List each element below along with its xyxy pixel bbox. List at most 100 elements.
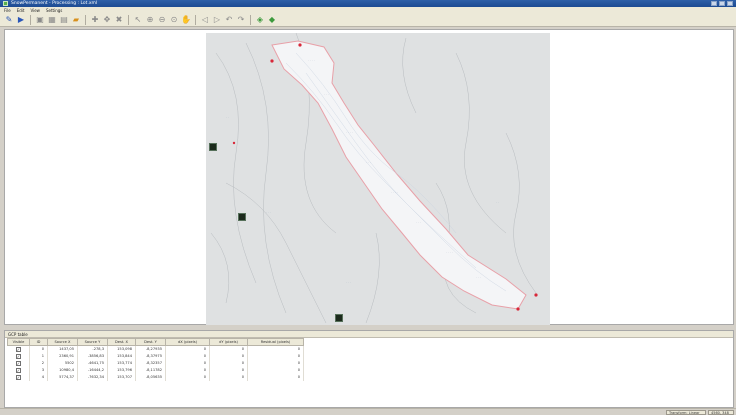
map-marker-symbol[interactable]: [335, 314, 343, 322]
table-cell: 0: [247, 359, 304, 367]
svg-text:· ·: · ·: [496, 200, 499, 204]
window-title: SnowPermanent - Processing : Lot.xml: [11, 1, 98, 6]
zoom-in-icon[interactable]: ⊕: [145, 15, 155, 25]
map-image: · · · · · · · · · · · · · · · · · · · · …: [210, 33, 538, 324]
svg-text:· · · ·: · · · ·: [446, 250, 453, 254]
layer-add-icon[interactable]: ◈: [255, 15, 265, 25]
table-cell: 153,707: [107, 373, 136, 381]
table-header-row: Visible ID Source X Source Y Dest. X Dest. Yd…: [7, 338, 304, 346]
grid-settings-icon[interactable]: ▤: [59, 15, 69, 25]
svg-text:· ·: · ·: [226, 115, 229, 119]
menu-view[interactable]: View: [30, 8, 40, 13]
table-row[interactable]: ✓ 3 10980,4 -16444,2 153,796 -8,11782 0 0 0: [7, 366, 304, 374]
map-marker-symbol[interactable]: [238, 213, 246, 221]
svg-text:· · ·: · · ·: [346, 280, 351, 284]
visible-cell[interactable]: ✓: [7, 352, 30, 360]
visible-cell[interactable]: ✓: [7, 373, 30, 381]
table-cell: 0: [209, 373, 248, 381]
toolbar-separator: [250, 14, 251, 25]
gcp-point: [516, 307, 520, 311]
visible-cell[interactable]: ✓: [7, 345, 30, 353]
zoom-extent-icon[interactable]: ⊙: [169, 15, 179, 25]
column-header[interactable]: ID: [29, 338, 48, 346]
table-cell: 0: [247, 345, 304, 353]
gcp-table-title: GCP table: [5, 331, 733, 338]
table-row[interactable]: ✓ 1 2360,91 -3856,83 153,844 -8,37975 0 0 0: [7, 352, 304, 360]
visible-cell[interactable]: ✓: [7, 366, 30, 374]
table-cell: 3: [29, 366, 48, 374]
table-cell: 0: [165, 345, 210, 353]
table-cell: 4: [29, 373, 48, 381]
app-icon: [3, 1, 8, 6]
table-cell: 5502: [47, 359, 78, 367]
gcp-point: [270, 59, 274, 63]
visible-checkbox[interactable]: ✓: [15, 346, 21, 352]
column-header[interactable]: dY (pixels): [209, 338, 248, 346]
pan-icon[interactable]: ✋: [181, 15, 191, 25]
visible-checkbox[interactable]: ✓: [15, 360, 21, 366]
run-icon[interactable]: ▶: [16, 15, 26, 25]
close-button[interactable]: [727, 1, 733, 6]
table-cell: 0: [209, 352, 248, 360]
table-cell: -8,32357: [135, 359, 166, 367]
table-row[interactable]: ✓ 4 5774,37 -7632,34 153,707 -8,05635 0 0 0: [7, 373, 304, 381]
svg-text:· · · ·: · · · ·: [391, 190, 398, 194]
menu-edit[interactable]: Edit: [17, 8, 25, 13]
table-row[interactable]: ✓ 0 1437,05 -278,3 153,098 -8,27935 0 0 0: [7, 345, 304, 353]
layer-icon[interactable]: ◆: [267, 15, 277, 25]
table-cell: -16444,2: [77, 366, 108, 374]
column-header[interactable]: Dest. X: [107, 338, 136, 346]
svg-text:· · · ·: · · · ·: [308, 58, 315, 62]
table-body: ✓ 0 1437,05 -278,3 153,098 -8,27935 0 0 0 ✓ 1 2360,…: [7, 345, 304, 381]
gcp-table-panel: GCP table Visible ID Source X Source Y Dest.…: [4, 330, 734, 408]
minimize-button[interactable]: [711, 1, 717, 6]
column-header[interactable]: Visible: [7, 338, 30, 346]
toolbar: ✎ ▶ ▣ ▦ ▤ ▰ ✚ ✥ ✖ ↖ ⊕ ⊖ ⊙ ✋ ◁ ▷ ↶ ↷ ◈ ◆: [0, 13, 736, 27]
table-cell: 0: [247, 352, 304, 360]
move-point-icon[interactable]: ✥: [102, 15, 112, 25]
toolbar-separator: [30, 14, 31, 25]
table-cell: 0: [209, 366, 248, 374]
column-header[interactable]: Residual (pixels): [247, 338, 304, 346]
pointer-icon[interactable]: ↖: [133, 15, 143, 25]
table-cell: 153,844: [107, 352, 136, 360]
redo-icon[interactable]: ↷: [236, 15, 246, 25]
visible-cell[interactable]: ✓: [7, 359, 30, 367]
folder-icon[interactable]: ▰: [71, 15, 81, 25]
table-cell: -3856,83: [77, 352, 108, 360]
delete-point-icon[interactable]: ✖: [114, 15, 124, 25]
add-point-icon[interactable]: ✚: [90, 15, 100, 25]
zoom-previous-icon[interactable]: ◁: [200, 15, 210, 25]
visible-checkbox[interactable]: ✓: [15, 374, 21, 380]
map-marker-symbol[interactable]: [209, 143, 217, 151]
column-header[interactable]: Source X: [47, 338, 78, 346]
svg-text:· · ·: · · ·: [266, 210, 271, 214]
visible-checkbox[interactable]: ✓: [15, 367, 21, 373]
table-cell: -8,11782: [135, 366, 166, 374]
edit-icon[interactable]: ✎: [4, 15, 14, 25]
save-icon[interactable]: ▣: [35, 15, 45, 25]
toolbar-separator: [128, 14, 129, 25]
maximize-button[interactable]: [719, 1, 725, 6]
menu-settings[interactable]: Settings: [46, 8, 62, 13]
column-header[interactable]: Source Y: [77, 338, 108, 346]
table-cell: 0: [165, 352, 210, 360]
undo-icon[interactable]: ↶: [224, 15, 234, 25]
visible-checkbox[interactable]: ✓: [15, 353, 21, 359]
table-row[interactable]: ✓ 2 5502 -4641,75 153,774 -8,32357 0 0 0: [7, 359, 304, 367]
zoom-out-icon[interactable]: ⊖: [157, 15, 167, 25]
table-cell: 1437,05: [47, 345, 78, 353]
status-coordinate: 4560, 348: [708, 410, 734, 415]
georeferenced-map[interactable]: · · · · · · · · · · · · · · · · · · · · …: [206, 33, 550, 325]
grid-icon[interactable]: ▦: [47, 15, 57, 25]
table-cell: 0: [165, 373, 210, 381]
column-header[interactable]: dX (pixels): [165, 338, 210, 346]
table-cell: 0: [209, 345, 248, 353]
menu-file[interactable]: File: [4, 8, 11, 13]
zoom-next-icon[interactable]: ▷: [212, 15, 222, 25]
column-header[interactable]: Dest. Y: [135, 338, 166, 346]
window-titlebar: SnowPermanent - Processing : Lot.xml: [0, 0, 736, 7]
status-transform: Transform: Linear: [666, 410, 706, 415]
table-cell: 0: [165, 366, 210, 374]
svg-text:· · ·: · · ·: [366, 160, 371, 164]
